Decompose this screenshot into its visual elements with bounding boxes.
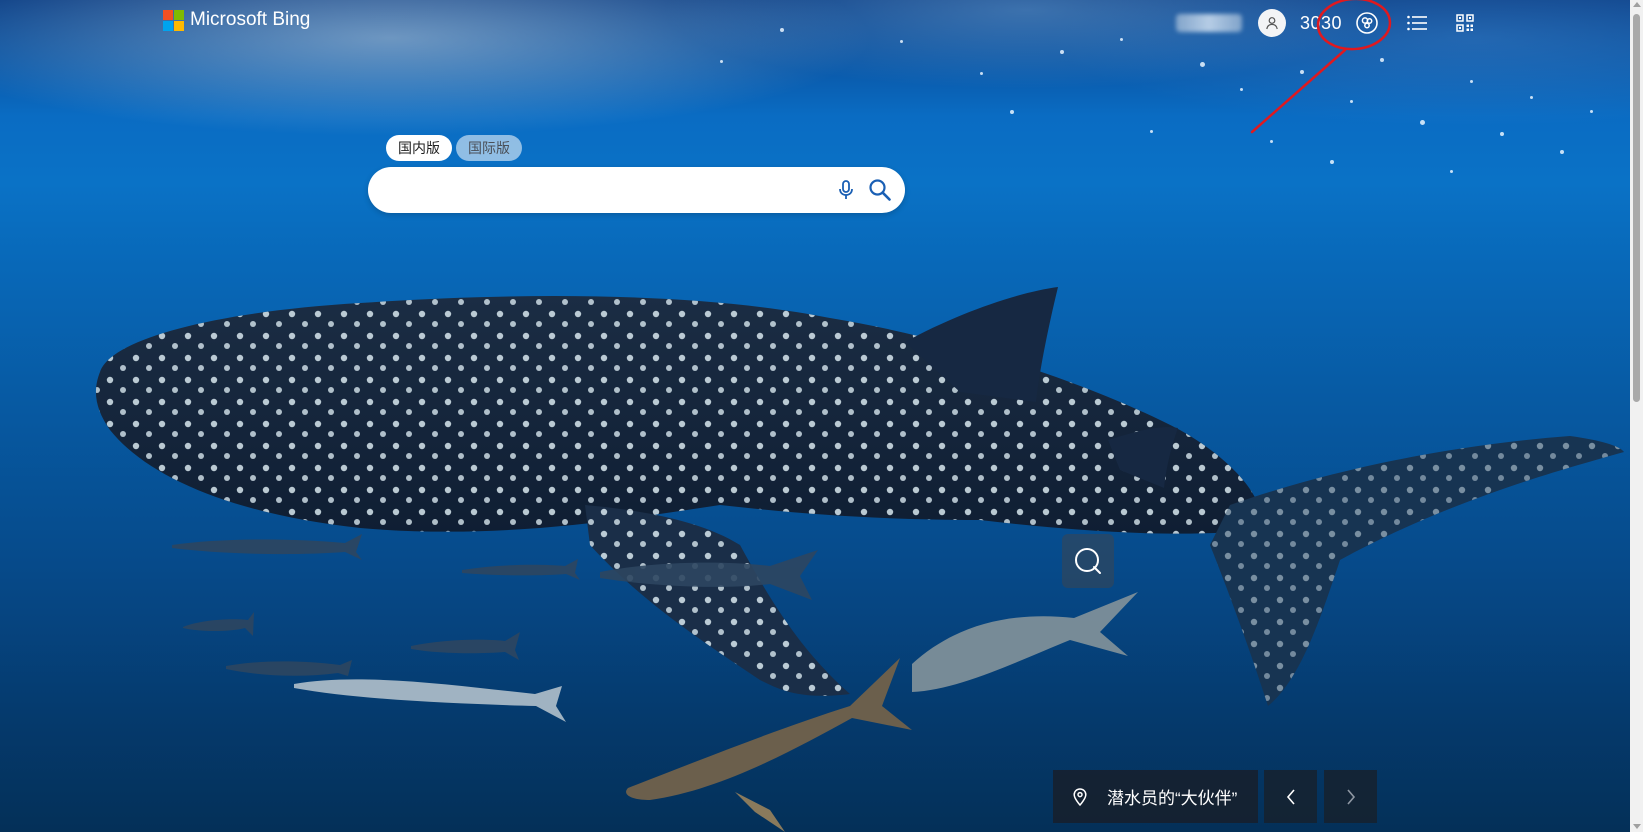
caption-text: 潜水员的“大伙伴” (1107, 789, 1238, 808)
previous-image-button[interactable] (1264, 770, 1317, 823)
chevron-right-icon (1346, 788, 1355, 805)
market-tabs: 国内版 国际版 (386, 135, 522, 161)
whale-shark (95, 287, 1624, 706)
visual-search-button[interactable] (1062, 534, 1114, 588)
page-scrollbar[interactable] (1630, 0, 1643, 832)
tab-domestic[interactable]: 国内版 (386, 135, 452, 161)
chevron-left-icon (1286, 788, 1295, 805)
microphone-icon[interactable] (834, 178, 858, 202)
avatar-icon[interactable] (1258, 9, 1286, 37)
rewards-icon[interactable] (1350, 6, 1384, 40)
scroll-up-arrow-icon[interactable] (1633, 2, 1641, 7)
search-box (368, 167, 905, 215)
tab-international[interactable]: 国际版 (456, 135, 522, 161)
next-image-button[interactable] (1324, 770, 1377, 823)
microsoft-bing-logo[interactable]: Microsoft Bing (163, 9, 310, 31)
microsoft-logo-icon (163, 9, 184, 31)
qr-code-icon[interactable] (1450, 8, 1480, 38)
scroll-down-arrow-icon[interactable] (1633, 824, 1641, 829)
rewards-points[interactable]: 3030 (1300, 13, 1342, 34)
background-image (0, 0, 1630, 832)
whale-shark-illustration (95, 287, 1624, 832)
menu-icon[interactable] (1402, 8, 1432, 38)
image-caption[interactable]: 潜水员的“大伙伴” (1053, 770, 1258, 823)
search-input[interactable] (386, 167, 830, 215)
visual-search-icon (1075, 548, 1101, 574)
location-pin-icon (1073, 787, 1087, 806)
search-icon[interactable] (867, 177, 893, 203)
user-toolbar: 3030 (1176, 6, 1480, 40)
scroll-thumb[interactable] (1633, 14, 1640, 402)
blurred-username[interactable] (1176, 14, 1242, 32)
brand-name: Microsoft Bing (190, 9, 311, 30)
